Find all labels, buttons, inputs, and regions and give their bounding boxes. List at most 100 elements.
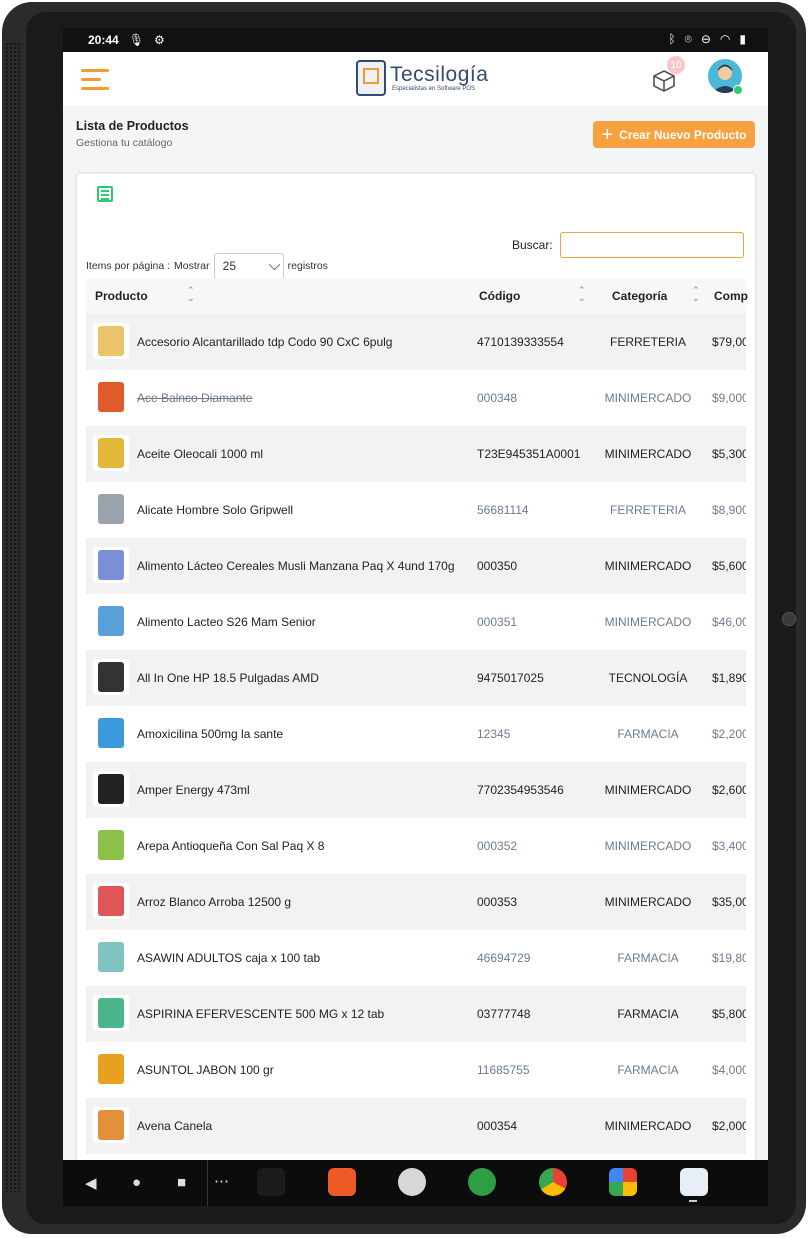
product-category: MINIMERCADO xyxy=(604,447,692,461)
product-name[interactable]: Amoxicilina 500mg la sante xyxy=(137,727,283,741)
table-row[interactable]: Accesorio Alcantarillado tdp Codo 90 CxC… xyxy=(86,314,746,370)
column-header-price[interactable]: Comp xyxy=(714,289,748,303)
product-name[interactable]: Ace Balnco Diamante xyxy=(137,391,252,405)
product-code: 56681114 xyxy=(477,503,529,517)
product-name[interactable]: ASAWIN ADULTOS caja x 100 tab xyxy=(137,951,320,965)
home-icon[interactable]: ● xyxy=(132,1174,141,1191)
product-name[interactable]: All In One HP 18.5 Pulgadas AMD xyxy=(137,671,319,685)
page-size-select[interactable]: 25 xyxy=(213,253,284,279)
notification-badge: 10 xyxy=(667,56,685,74)
product-name[interactable]: Aceite Oleocali 1000 ml xyxy=(137,447,263,461)
product-category: FARMACIA xyxy=(617,1063,679,1077)
table-header: Producto ⌃ ⌄ Código ⌃ ⌄ Categoría ⌃ ⌄ Comp xyxy=(86,278,748,314)
photos-app-icon[interactable] xyxy=(609,1168,637,1196)
sort-icon[interactable]: ⌃ ⌄ xyxy=(692,286,700,303)
table-row[interactable]: Aceite Oleocali 1000 ml T23E945351A0001 MI… xyxy=(86,426,746,482)
brand-logo[interactable]: Tecsilogía Especialistas en Software POS xyxy=(356,60,488,96)
product-image xyxy=(98,550,124,580)
page-subtitle: Gestiona tu catálogo xyxy=(76,137,173,149)
table-row[interactable]: Amoxicilina 500mg la sante 12345 FARMACIA $… xyxy=(86,706,746,762)
product-code: 000348 xyxy=(477,391,518,405)
table-row[interactable]: Ace Balnco Diamante 000348 MINIMERCADO $9,0… xyxy=(86,370,746,426)
product-thumbnail xyxy=(93,491,129,527)
product-category: MINIMERCADO xyxy=(604,895,692,909)
product-price: $3,400 xyxy=(712,839,746,853)
product-image xyxy=(98,382,124,412)
list-view-icon[interactable] xyxy=(97,186,113,202)
product-name[interactable]: Alicate Hombre Solo Gripwell xyxy=(137,503,293,517)
table-row[interactable]: Arroz Blanco Arroba 12500 g 000353 MINIMER… xyxy=(86,874,746,930)
table-row[interactable]: Amper Energy 473ml 7702354953546 MINIMERCA… xyxy=(86,762,746,818)
search-input[interactable] xyxy=(560,232,744,258)
table-body: Accesorio Alcantarillado tdp Codo 90 CxC… xyxy=(86,314,746,1154)
table-row[interactable]: All In One HP 18.5 Pulgadas AMD 947501702… xyxy=(86,650,746,706)
product-thumbnail xyxy=(93,547,129,583)
product-thumbnail xyxy=(93,1107,129,1143)
product-image xyxy=(98,438,124,468)
recents-icon[interactable]: ■ xyxy=(177,1174,186,1191)
product-price: $2,200 xyxy=(712,727,746,741)
brand-subtitle: Especialistas en Software POS xyxy=(392,86,476,92)
settings-app-icon[interactable] xyxy=(398,1168,426,1196)
product-thumbnail xyxy=(93,883,129,919)
wifi-icon: ◠ xyxy=(719,32,731,46)
product-name[interactable]: Arepa Antioqueña Con Sal Paq X 8 xyxy=(137,839,324,853)
logo-mark-icon xyxy=(356,60,386,96)
table-row[interactable]: ASPIRINA EFERVESCENTE 500 MG x 12 tab 037… xyxy=(86,986,746,1042)
product-category: TECNOLOGÍA xyxy=(608,671,688,685)
product-name[interactable]: Amper Energy 473ml xyxy=(137,783,250,797)
product-price: $2,600 xyxy=(712,783,746,797)
show-label: Mostrar xyxy=(174,260,210,272)
tiktok-app-icon[interactable] xyxy=(257,1168,285,1196)
product-name[interactable]: Alimento Lácteo Cereales Musli Manzana P… xyxy=(137,559,455,573)
product-thumbnail xyxy=(93,603,129,639)
product-name[interactable]: ASUNTOL JABON 100 gr xyxy=(137,1063,274,1077)
chrome-app-icon[interactable] xyxy=(539,1168,567,1196)
hamburger-menu-icon[interactable] xyxy=(81,69,109,91)
table-row[interactable]: Avena Canela 000354 MINIMERCADO $2,000 xyxy=(86,1098,746,1154)
product-price: $5,800 xyxy=(712,1007,746,1021)
product-code: 4710139333554 xyxy=(477,335,564,349)
product-name[interactable]: Alimento Lacteo S26 Mam Senior xyxy=(137,615,316,629)
android-nav-bar: ◀ ● ■ ⋯ xyxy=(63,1160,768,1206)
product-thumbnail xyxy=(93,827,129,863)
create-product-button[interactable]: + Crear Nuevo Producto xyxy=(593,121,755,148)
do-not-disturb-icon: ⊖ xyxy=(700,32,711,46)
product-image xyxy=(98,774,124,804)
food-app-icon[interactable] xyxy=(468,1168,496,1196)
product-price: $5,600 xyxy=(712,559,746,573)
product-category: MINIMERCADO xyxy=(604,615,692,629)
table-row[interactable]: ASAWIN ADULTOS caja x 100 tab 46694729 FAR… xyxy=(86,930,746,986)
plus-icon: + xyxy=(601,123,614,146)
table-row[interactable]: Alicate Hombre Solo Gripwell 56681114 FERR… xyxy=(86,482,746,538)
product-code: 000354 xyxy=(477,1119,518,1133)
column-header-code[interactable]: Código xyxy=(479,289,520,303)
brave-app-icon[interactable] xyxy=(328,1168,356,1196)
product-thumbnail xyxy=(93,659,129,695)
product-price: $19,80 xyxy=(712,951,746,965)
product-thumbnail xyxy=(93,1051,129,1087)
table-row[interactable]: Alimento Lácteo Cereales Musli Manzana P… xyxy=(86,538,746,594)
column-header-category[interactable]: Categoría xyxy=(612,289,667,303)
product-name[interactable]: Avena Canela xyxy=(137,1119,212,1133)
pos-app-icon[interactable] xyxy=(680,1168,708,1196)
column-header-product[interactable]: Producto xyxy=(95,289,148,303)
sort-icon[interactable]: ⌃ ⌄ xyxy=(187,286,195,303)
product-image xyxy=(98,942,124,972)
table-row[interactable]: Arepa Antioqueña Con Sal Paq X 8 000352 MI… xyxy=(86,818,746,874)
product-image xyxy=(98,1110,124,1140)
sort-icon[interactable]: ⌃ ⌄ xyxy=(578,286,586,303)
product-code: 000350 xyxy=(477,559,518,573)
product-category: MINIMERCADO xyxy=(604,839,692,853)
app-header: Tecsilogía Especialistas en Software POS… xyxy=(63,52,768,106)
more-apps-icon[interactable]: ⋯ xyxy=(214,1172,229,1190)
active-app-indicator xyxy=(689,1200,697,1202)
product-name[interactable]: ASPIRINA EFERVESCENTE 500 MG x 12 tab xyxy=(137,1007,384,1021)
product-name[interactable]: Accesorio Alcantarillado tdp Codo 90 CxC… xyxy=(137,335,392,349)
search-label: Buscar: xyxy=(512,238,553,252)
back-icon[interactable]: ◀ xyxy=(85,1174,97,1192)
table-row[interactable]: Alimento Lacteo S26 Mam Senior 000351 MINI… xyxy=(86,594,746,650)
product-code: 9475017025 xyxy=(477,671,544,685)
table-row[interactable]: ASUNTOL JABON 100 gr 11685755 FARMACIA $4,0… xyxy=(86,1042,746,1098)
product-name[interactable]: Arroz Blanco Arroba 12500 g xyxy=(137,895,291,909)
